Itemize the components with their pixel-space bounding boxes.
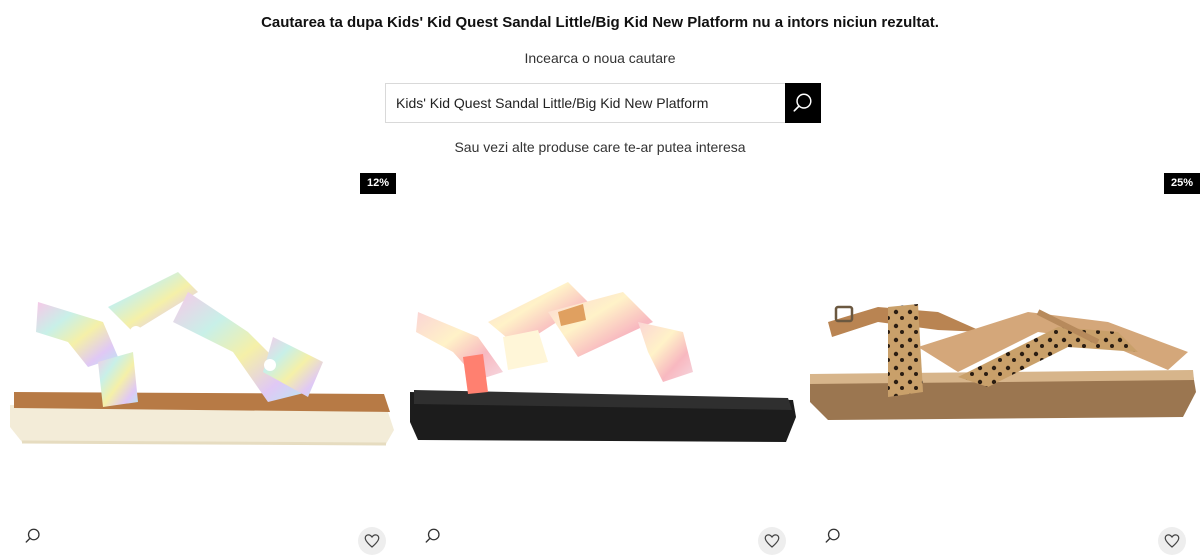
wishlist-button[interactable] [358,527,386,555]
wishlist-button[interactable] [758,527,786,555]
search-icon [793,93,812,112]
product-image[interactable] [408,252,796,472]
product-card[interactable]: 12% [8,172,396,559]
heart-icon [764,534,780,548]
search-button[interactable] [785,83,821,123]
product-card[interactable]: 25% [808,172,1200,559]
quick-view-button[interactable] [822,525,844,547]
search-input[interactable] [385,83,785,123]
product-image[interactable] [808,252,1196,472]
discount-badge: 25% [1163,173,1200,194]
search-bar [385,83,821,123]
product-card[interactable] [408,172,796,559]
magnifier-icon [825,528,840,543]
no-results-message: Cautarea ta dupa Kids' Kid Quest Sandal … [261,14,939,31]
magnifier-icon [25,528,40,543]
heart-icon [364,534,380,548]
quick-view-button[interactable] [22,525,44,547]
product-image[interactable] [8,252,396,472]
heart-icon [1164,534,1180,548]
try-again-label: Incearca o noua cautare [524,50,676,66]
wishlist-button[interactable] [1158,527,1186,555]
quick-view-button[interactable] [422,525,444,547]
suggestions-label: Sau vezi alte produse care te-ar putea i… [454,139,746,155]
discount-badge: 12% [359,173,396,194]
magnifier-icon [425,528,440,543]
